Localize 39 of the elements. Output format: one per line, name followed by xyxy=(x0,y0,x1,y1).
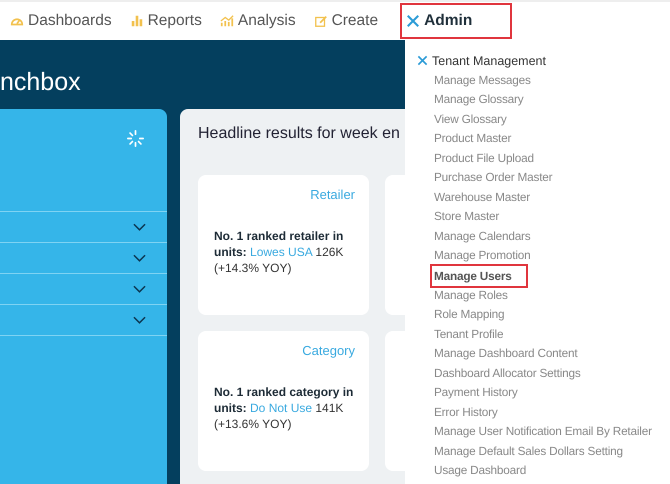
menu-item[interactable]: Product Master xyxy=(417,129,512,148)
nav-tab[interactable]: Analysis xyxy=(218,3,298,39)
menu-item[interactable]: Manage Default Sales Dollars Setting xyxy=(417,442,623,461)
menu-item[interactable]: Store Master xyxy=(417,207,500,226)
menu-item[interactable]: Dashboard Allocator Settings xyxy=(417,364,581,383)
menu-item[interactable]: Product File Upload xyxy=(417,148,534,168)
page-title: nchbox xyxy=(0,67,81,98)
menu-item[interactable]: Payment History xyxy=(417,383,518,402)
nav-tab[interactable]: Dashboards xyxy=(8,3,114,39)
menu-item[interactable]: Manage Dashboard Content xyxy=(417,344,578,364)
bar-chart-icon xyxy=(130,14,144,28)
menu-item[interactable]: Usage Dashboard xyxy=(417,461,526,480)
menu-item[interactable]: Manage Roles xyxy=(417,286,508,305)
menu-item[interactable]: Role Mapping xyxy=(417,305,504,324)
card-tag: Category xyxy=(214,343,355,358)
menu-item[interactable]: Error History xyxy=(417,402,498,422)
menu-item[interactable]: Purchase Order Master xyxy=(417,168,552,188)
menu-item[interactable]: View Glossary xyxy=(417,110,507,129)
card-tag: Retailer xyxy=(214,187,355,202)
menu-item[interactable]: Manage Calendars xyxy=(417,226,530,246)
menu-heading: Tenant Management xyxy=(432,54,546,68)
menu-item[interactable]: Tenant Profile xyxy=(417,324,504,344)
menu-item[interactable]: Warehouse Master xyxy=(417,188,530,207)
menu-item[interactable]: Manage Promotion xyxy=(417,246,530,266)
results-title: Headline results for week en xyxy=(198,125,400,143)
stat-text: No. 1 ranked retailer in units: Lowes USA 126K (+14.3% YOY) xyxy=(214,228,344,276)
menu-item[interactable]: Manage User Notification Email By Retailer xyxy=(417,422,652,442)
trend-chart-icon xyxy=(220,14,234,28)
nav-tab[interactable]: Reports xyxy=(128,3,204,39)
loading-icon xyxy=(127,130,144,147)
edit-icon xyxy=(314,14,328,28)
menu-item[interactable]: Manage Messages xyxy=(417,70,531,90)
retailer-link[interactable]: Do Not Use xyxy=(250,401,312,415)
stat-text: No. 1 ranked category in units: Do Not Use 141K (+13.6% YOY) xyxy=(214,384,354,432)
nav-tab[interactable]: Create xyxy=(312,3,380,39)
nav-tab[interactable]: Admin xyxy=(400,3,512,39)
retailer-link[interactable]: Lowes USA xyxy=(250,245,312,259)
menu-item[interactable]: Manage Glossary xyxy=(417,90,524,110)
menu-item[interactable]: Manage Users xyxy=(430,264,528,288)
